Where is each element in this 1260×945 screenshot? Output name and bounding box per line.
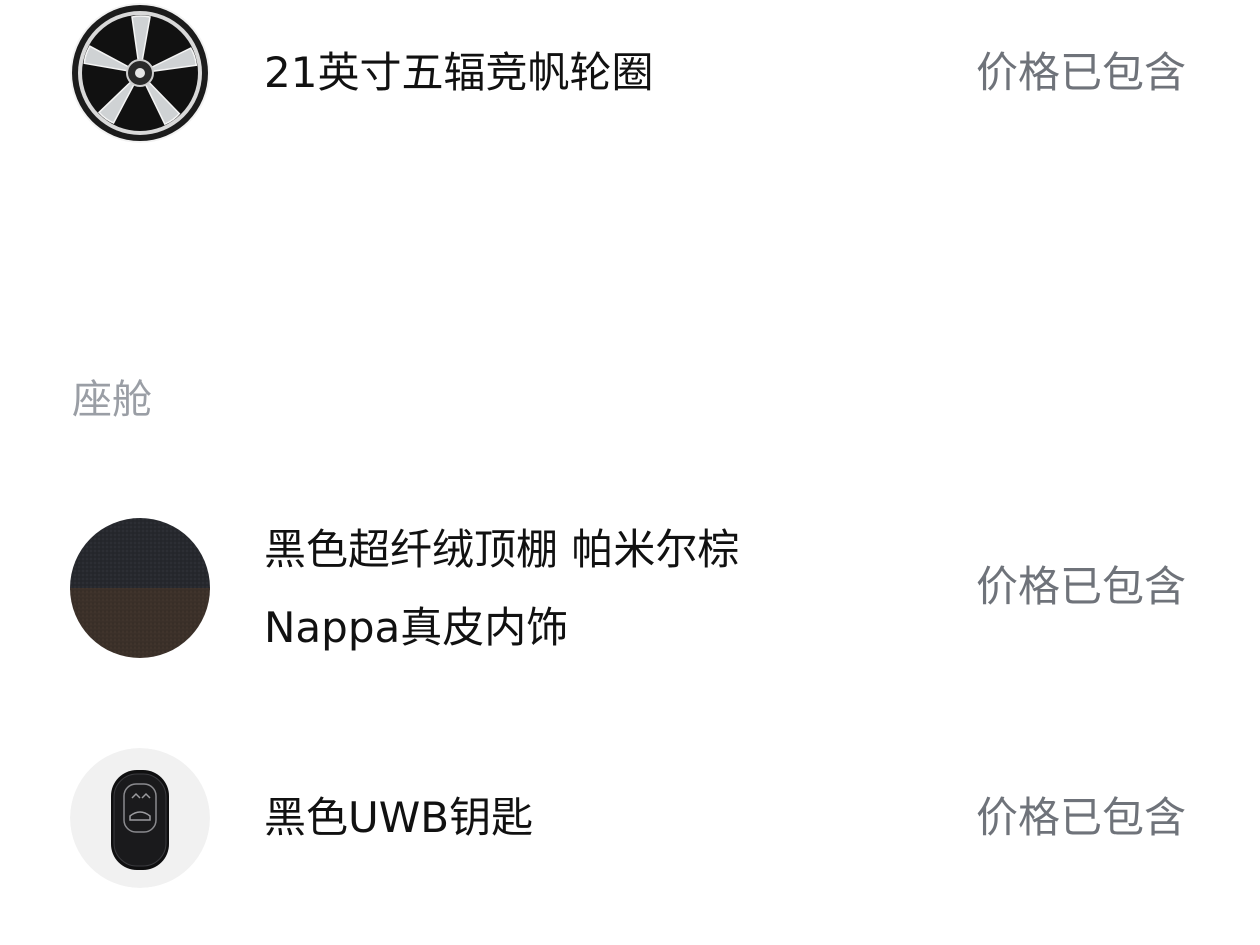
section-title-cabin: 座舱 (72, 377, 152, 423)
option-row-key[interactable]: 黑色UWB钥匙 价格已包含 (0, 745, 1260, 895)
option-name: 黑色UWB钥匙 (264, 793, 534, 842)
price-included-label: 价格已包含 (975, 793, 1186, 842)
option-name: 黑色超纤绒顶棚 帕米尔棕 Nappa真皮内饰 (264, 511, 739, 667)
option-name-line-2: Nappa真皮内饰 (264, 603, 569, 652)
car-key-icon (70, 748, 210, 888)
option-row-interior[interactable]: 黑色超纤绒顶棚 帕米尔棕 Nappa真皮内饰 价格已包含 (0, 505, 1260, 675)
wheel-rim-icon (70, 3, 210, 143)
price-included-label: 价格已包含 (975, 562, 1186, 611)
option-row-wheel[interactable]: 21英寸五辐竞帆轮圈 价格已包含 (0, 0, 1260, 150)
price-included-label: 价格已包含 (975, 48, 1186, 97)
option-name: 21英寸五辐竞帆轮圈 (264, 48, 654, 97)
option-name-line-1: 黑色超纤绒顶棚 帕米尔棕 (264, 525, 740, 574)
interior-swatch-icon (70, 518, 210, 658)
